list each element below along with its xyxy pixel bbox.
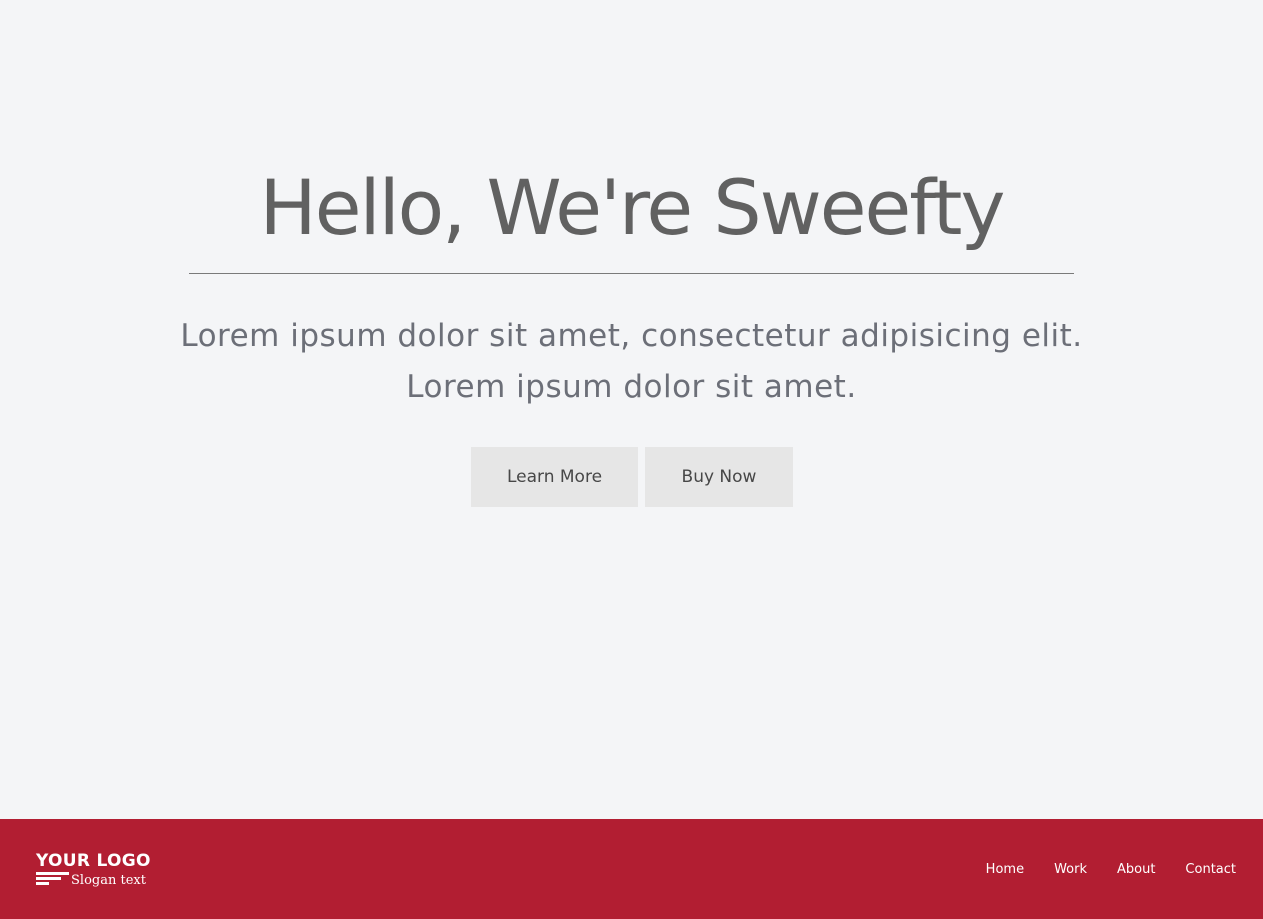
nav-link-contact[interactable]: Contact xyxy=(1185,862,1236,877)
logo-text: YOUR LOGO xyxy=(36,851,151,871)
logo-bars-icon xyxy=(36,872,70,886)
logo-slogan: Slogan text xyxy=(71,873,146,888)
hero-subtitle: Lorem ipsum dolor sit amet, consectetur … xyxy=(140,311,1123,413)
logo[interactable]: YOUR LOGO Slogan text xyxy=(36,851,166,891)
buy-now-button[interactable]: Buy Now xyxy=(645,447,793,507)
nav-link-work[interactable]: Work xyxy=(1054,862,1087,877)
hero-divider xyxy=(189,273,1074,274)
learn-more-button[interactable]: Learn More xyxy=(471,447,638,507)
hero-title: Hello, We're Sweefty xyxy=(259,163,1006,252)
hero-section: Hello, We're Sweefty Lorem ipsum dolor s… xyxy=(0,0,1263,819)
footer-bar: YOUR LOGO Slogan text Home Work About Co… xyxy=(0,819,1263,919)
hero-subtitle-line-2: Lorem ipsum dolor sit amet. xyxy=(406,369,857,405)
hero-subtitle-line-1: Lorem ipsum dolor sit amet, consectetur … xyxy=(180,318,1083,354)
footer-nav: Home Work About Contact xyxy=(956,819,1236,919)
nav-link-about[interactable]: About xyxy=(1117,862,1155,877)
nav-link-home[interactable]: Home xyxy=(986,862,1024,877)
